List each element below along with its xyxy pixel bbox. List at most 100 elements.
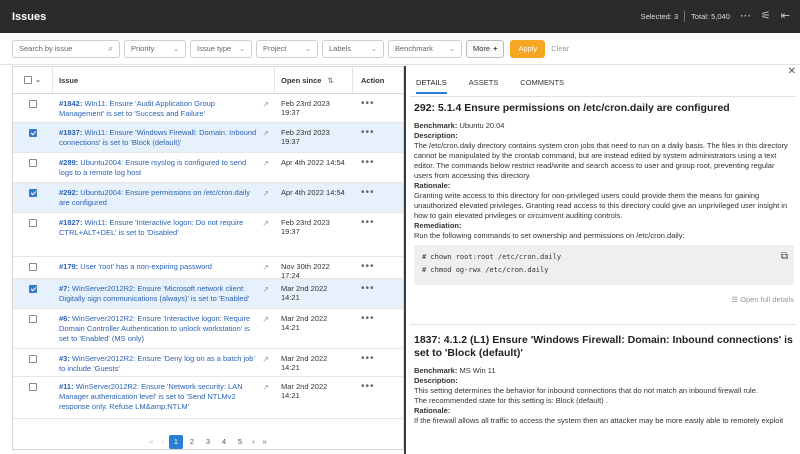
code-line: # chown root:root /etc/cron.daily bbox=[422, 253, 562, 261]
row-check-cell bbox=[13, 279, 53, 308]
row-actions-icon[interactable]: ••• bbox=[353, 153, 403, 182]
open-since-cell: Mar 2nd 2022 14:21 bbox=[281, 284, 328, 302]
clear-button[interactable]: Clear bbox=[551, 44, 569, 53]
external-link-icon[interactable]: ↗ bbox=[257, 382, 269, 413]
row-actions-icon[interactable]: ••• bbox=[353, 279, 403, 308]
table-row[interactable]: #179: User 'root' has a non-expiring pas… bbox=[13, 257, 403, 280]
labels-dropdown[interactable]: Labels ⌄ bbox=[322, 39, 384, 58]
row-actions-icon[interactable]: ••• bbox=[353, 183, 403, 212]
row-checkbox[interactable] bbox=[29, 100, 37, 108]
column-header-open-since[interactable]: Open since ⇅ bbox=[275, 67, 353, 93]
select-all-checkbox[interactable] bbox=[24, 76, 33, 84]
external-link-icon[interactable]: ↗ bbox=[257, 218, 269, 251]
priority-label: Priority bbox=[131, 44, 155, 53]
benchmark-label: Benchmark: bbox=[414, 121, 458, 130]
table-row[interactable]: #1837: Win11: Ensure 'Windows Firewall: … bbox=[13, 123, 403, 153]
table-row[interactable]: #1827: Win11: Ensure 'Interactive logon:… bbox=[13, 213, 403, 257]
column-header-issue[interactable]: Issue bbox=[53, 67, 275, 93]
row-checkbox[interactable] bbox=[29, 263, 37, 271]
chevron-down-icon[interactable]: ⌄ bbox=[35, 76, 41, 84]
apply-button[interactable]: Apply bbox=[510, 39, 546, 58]
page-4[interactable]: 4 bbox=[217, 435, 231, 449]
row-actions-icon[interactable]: ••• bbox=[353, 309, 403, 348]
row-actions-icon[interactable]: ••• bbox=[353, 213, 403, 256]
row-actions-icon[interactable]: ••• bbox=[353, 349, 403, 376]
row-checkbox[interactable] bbox=[29, 129, 37, 137]
row-actions-icon[interactable]: ••• bbox=[353, 94, 403, 122]
issue-link[interactable]: #289: Ubuntu2004: Ensure rsyslog is conf… bbox=[59, 158, 257, 177]
row-checkbox[interactable] bbox=[29, 383, 37, 391]
external-link-icon[interactable]: ↗ bbox=[257, 354, 269, 371]
table-row[interactable]: #7: WinServer2012R2: Ensure 'Microsoft n… bbox=[13, 279, 403, 309]
description-text: The recommended state for this setting i… bbox=[414, 396, 608, 405]
page-3[interactable]: 3 bbox=[201, 435, 215, 449]
row-checkbox[interactable] bbox=[29, 355, 37, 363]
table-row[interactable]: #292: Ubuntu2004: Ensure permissions on … bbox=[13, 183, 403, 213]
row-checkbox[interactable] bbox=[29, 285, 37, 293]
page-5[interactable]: 5 bbox=[233, 435, 247, 449]
close-icon[interactable]: ✕ bbox=[788, 66, 796, 77]
external-link-icon[interactable]: ↗ bbox=[257, 262, 269, 273]
issue-link[interactable]: #6: WinServer2012R2: Ensure 'Interactive… bbox=[59, 314, 257, 343]
issue-title: 1837: 4.1.2 (L1) Ensure 'Windows Firewal… bbox=[414, 334, 793, 359]
sort-icon[interactable]: ⇅ bbox=[327, 76, 333, 85]
copy-icon[interactable]: ⧉ bbox=[781, 250, 788, 263]
last-page-icon[interactable]: » bbox=[263, 437, 267, 446]
more-filters-button[interactable]: More + bbox=[466, 39, 505, 58]
external-link-icon[interactable]: ↗ bbox=[257, 314, 269, 343]
row-checkbox[interactable] bbox=[29, 315, 37, 323]
table-row[interactable]: #3: WinServer2012R2: Ensure 'Deny log on… bbox=[13, 349, 403, 377]
tab-assets[interactable]: ASSETS bbox=[469, 78, 499, 94]
row-checkbox[interactable] bbox=[29, 219, 37, 227]
table-row[interactable]: #1842: Win11: Ensure 'Audit Application … bbox=[13, 94, 403, 123]
chevron-down-icon: ⌄ bbox=[239, 45, 245, 53]
issue-link[interactable]: #179: User 'root' has a non-expiring pas… bbox=[59, 262, 257, 273]
external-link-icon[interactable]: ↗ bbox=[257, 284, 269, 303]
row-actions-icon[interactable]: ••• bbox=[353, 123, 403, 152]
row-actions-icon[interactable]: ••• bbox=[353, 257, 403, 278]
external-link-icon[interactable]: ↗ bbox=[257, 188, 269, 207]
tab-details[interactable]: DETAILS bbox=[416, 78, 447, 94]
tab-divider bbox=[410, 96, 796, 97]
issue-link[interactable]: #1842: Win11: Ensure 'Audit Application … bbox=[59, 99, 257, 118]
external-link-icon[interactable]: ↗ bbox=[257, 99, 269, 117]
benchmark-line: Benchmark: MS Win 11 bbox=[414, 366, 794, 376]
issue-link[interactable]: #1827: Win11: Ensure 'Interactive logon:… bbox=[59, 218, 257, 251]
first-page-icon[interactable]: « bbox=[149, 437, 153, 446]
row-check-cell bbox=[13, 349, 53, 376]
row-checkbox[interactable] bbox=[29, 159, 37, 167]
table-row[interactable]: #289: Ubuntu2004: Ensure rsyslog is conf… bbox=[13, 153, 403, 183]
issue-link[interactable]: #3: WinServer2012R2: Ensure 'Deny log on… bbox=[59, 354, 257, 373]
row-actions-icon[interactable]: ••• bbox=[353, 377, 403, 418]
issue-link[interactable]: #1837: Win11: Ensure 'Windows Firewall: … bbox=[59, 128, 257, 147]
issue-id: #289: bbox=[59, 158, 79, 167]
priority-dropdown[interactable]: Priority ⌄ bbox=[124, 39, 186, 58]
more-options-icon[interactable]: ⋯ bbox=[740, 11, 751, 22]
tab-comments[interactable]: COMMENTS bbox=[520, 78, 564, 94]
external-link-icon[interactable]: ↗ bbox=[257, 128, 269, 147]
pagination: « ‹ 1 2 3 4 5 › » bbox=[13, 433, 403, 450]
table-row[interactable]: #6: WinServer2012R2: Ensure 'Interactive… bbox=[13, 309, 403, 349]
external-link-icon[interactable]: ↗ bbox=[257, 158, 269, 177]
benchmark-dropdown[interactable]: Benchmark ⌄ bbox=[388, 39, 462, 58]
issue-type-label: Issue type bbox=[197, 44, 232, 53]
issue-link[interactable]: #292: Ubuntu2004: Ensure permissions on … bbox=[59, 188, 257, 207]
issue-detail-292: 292: 5.1.4 Ensure permissions on /etc/cr… bbox=[414, 102, 794, 304]
issue-link[interactable]: #7: WinServer2012R2: Ensure 'Microsoft n… bbox=[59, 284, 257, 303]
collapse-panel-icon[interactable]: ⇤ bbox=[781, 11, 790, 22]
open-full-details-link[interactable]: ☰ Open full details bbox=[414, 295, 794, 304]
row-checkbox[interactable] bbox=[29, 189, 37, 197]
page-2[interactable]: 2 bbox=[185, 435, 199, 449]
filter-settings-icon[interactable]: ⚟ bbox=[761, 11, 771, 22]
issue-type-dropdown[interactable]: Issue type ⌄ bbox=[190, 39, 252, 58]
project-dropdown[interactable]: Project ⌄ bbox=[256, 39, 318, 58]
prev-page-icon[interactable]: ‹ bbox=[162, 437, 165, 446]
issue-link[interactable]: #11: WinServer2012R2: Ensure 'Network se… bbox=[59, 382, 257, 413]
open-since-cell: Mar 2nd 2022 14:21 bbox=[281, 314, 328, 332]
table-row[interactable]: #11: WinServer2012R2: Ensure 'Network se… bbox=[13, 377, 403, 419]
page-1[interactable]: 1 bbox=[169, 434, 183, 449]
search-input[interactable]: Search by issue ⌕ bbox=[12, 39, 120, 58]
next-page-icon[interactable]: › bbox=[252, 437, 255, 446]
issue-text: WinServer2012R2: Ensure 'Network securit… bbox=[59, 382, 243, 411]
issue-cell: #1837: Win11: Ensure 'Windows Firewall: … bbox=[53, 123, 275, 152]
